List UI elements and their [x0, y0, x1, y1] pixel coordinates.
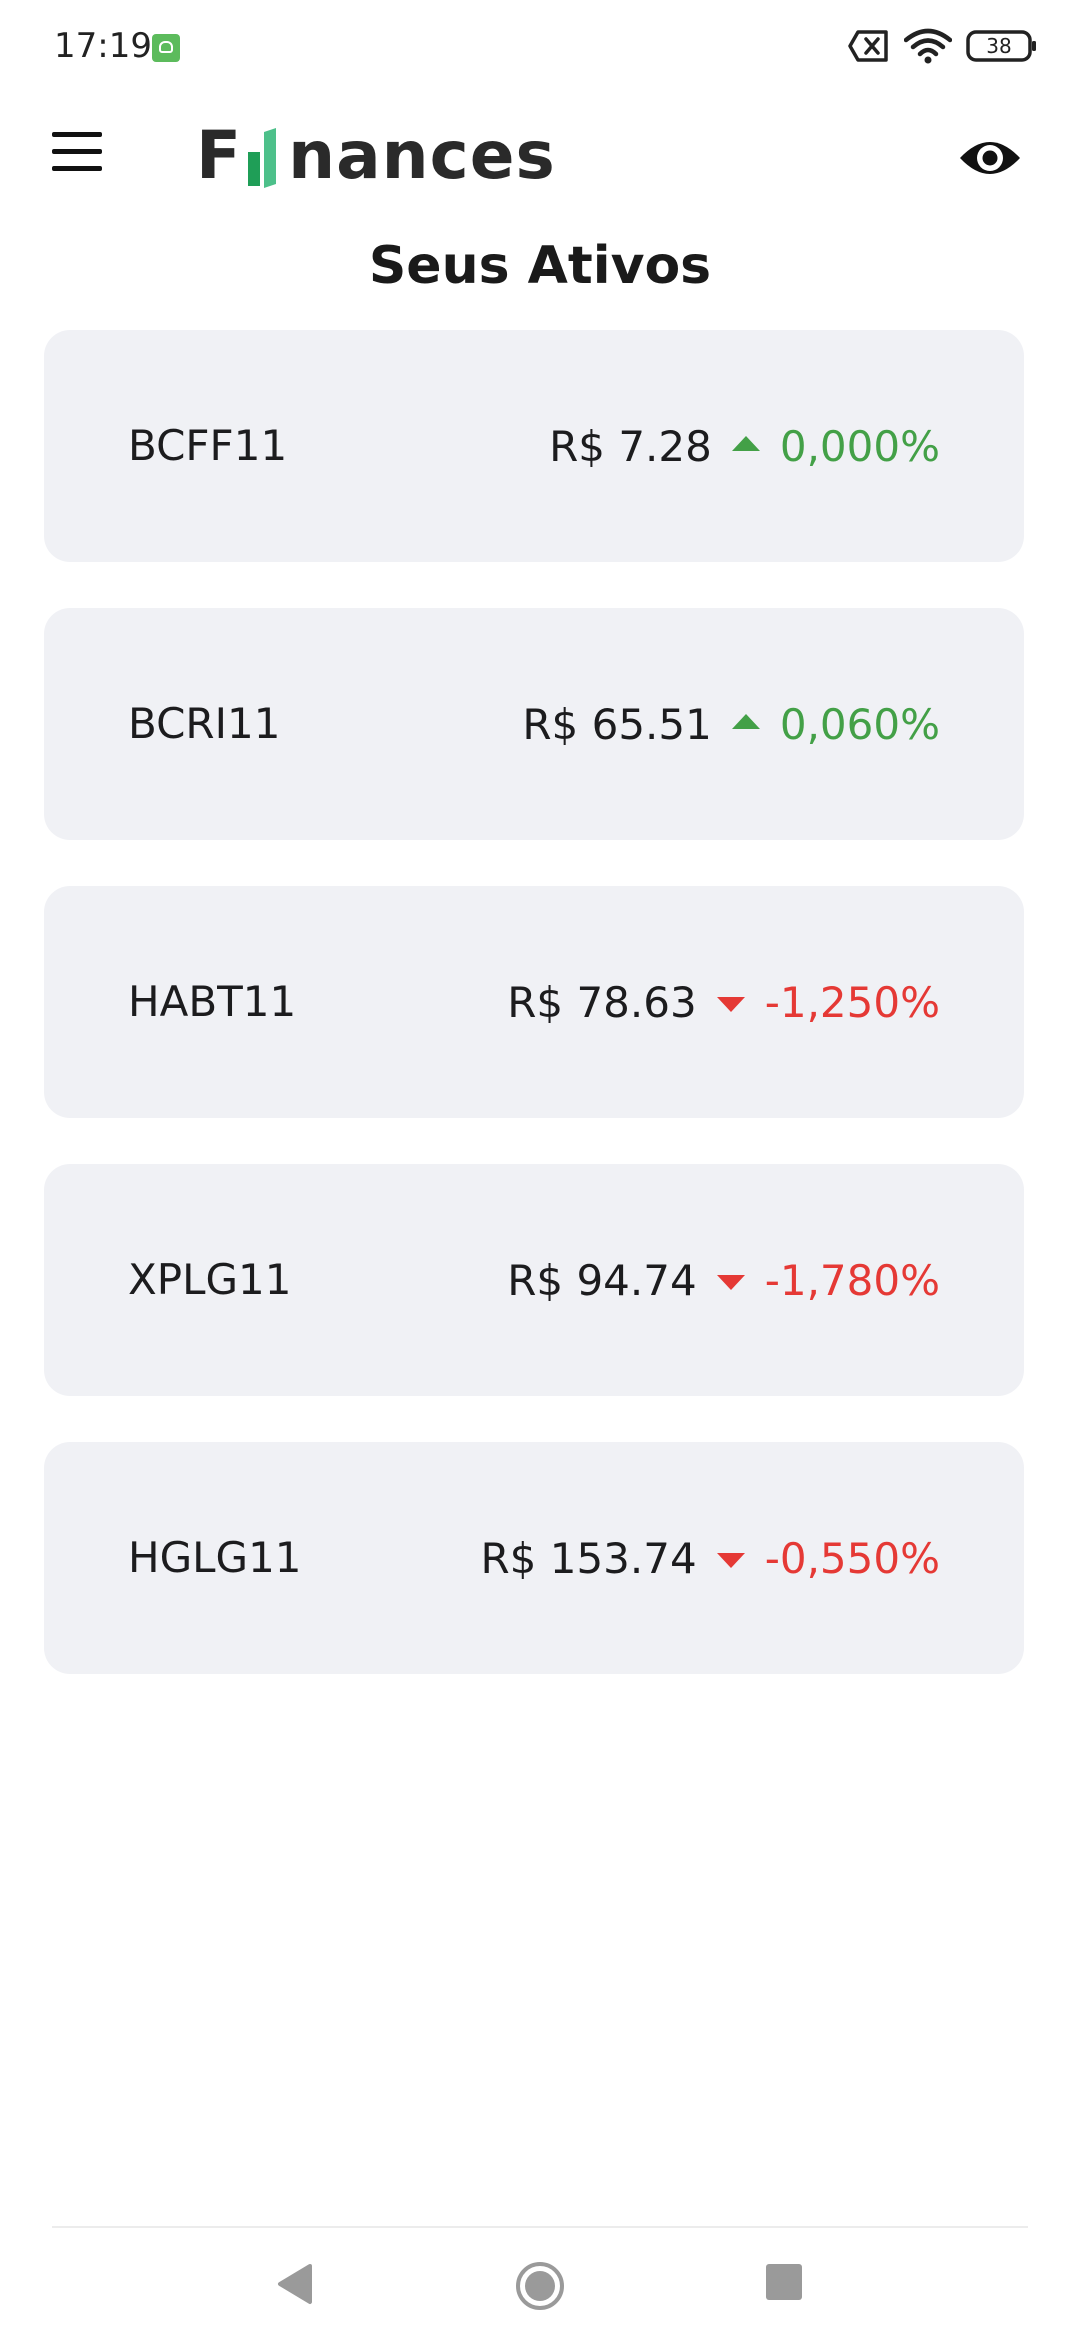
asset-quote: R$ 153.74 -0,550% [480, 1442, 940, 1674]
asset-price: R$ 153.74 [480, 1533, 697, 1583]
wifi-icon [904, 28, 952, 64]
menu-icon[interactable] [50, 130, 106, 174]
asset-change: 0,000% [779, 421, 940, 471]
arrow-down-icon [716, 996, 745, 1012]
asset-card[interactable]: XPLG11 R$ 94.74 -1,780% [44, 1164, 1024, 1396]
home-icon[interactable] [514, 2260, 566, 2316]
asset-change: 0,060% [779, 699, 940, 749]
app-bar: F nances [0, 96, 1080, 216]
arrow-down-icon [716, 1274, 745, 1290]
asset-ticker: HGLG11 [128, 1533, 302, 1582]
eye-icon[interactable] [958, 134, 1022, 182]
status-bar: 17:19 38 [0, 0, 1080, 96]
asset-list: BCFF11 R$ 7.28 0,000% BCRI11 R$ 65.51 0,… [44, 330, 1024, 1720]
logo-prefix: F [196, 117, 243, 194]
page-title: Seus Ativos [368, 236, 712, 296]
battery-icon: 38 [966, 29, 1038, 63]
app-notification-icon [152, 34, 180, 62]
asset-quote: R$ 7.28 0,000% [549, 330, 940, 562]
arrow-up-icon [731, 435, 760, 451]
asset-change: -1,250% [764, 977, 940, 1027]
asset-ticker: HABT11 [128, 977, 297, 1026]
app-logo: F nances [196, 116, 556, 196]
sim-off-icon [848, 29, 890, 63]
logo-suffix: nances [288, 117, 556, 194]
asset-ticker: XPLG11 [128, 1255, 292, 1304]
status-icons: 38 [848, 28, 1038, 64]
system-nav-bar [0, 2228, 1080, 2340]
asset-price: R$ 65.51 [522, 699, 712, 749]
asset-card[interactable]: BCRI11 R$ 65.51 0,060% [44, 608, 1024, 840]
asset-ticker: BCFF11 [128, 421, 288, 470]
asset-quote: R$ 94.74 -1,780% [507, 1164, 940, 1396]
asset-card[interactable]: HGLG11 R$ 153.74 -0,550% [44, 1442, 1024, 1674]
recents-icon[interactable] [766, 2264, 802, 2300]
asset-price: R$ 78.63 [507, 977, 697, 1027]
arrow-down-icon [716, 1552, 745, 1568]
asset-ticker: BCRI11 [128, 699, 281, 748]
asset-change: -0,550% [764, 1533, 940, 1583]
arrow-up-icon [731, 713, 760, 729]
back-icon[interactable] [274, 2262, 314, 2310]
asset-change: -1,780% [764, 1255, 940, 1305]
status-time: 17:19 [54, 26, 152, 66]
asset-quote: R$ 65.51 0,060% [522, 608, 940, 840]
asset-price: R$ 94.74 [507, 1255, 697, 1305]
asset-card[interactable]: BCFF11 R$ 7.28 0,000% [44, 330, 1024, 562]
battery-level: 38 [986, 34, 1012, 58]
asset-price: R$ 7.28 [549, 421, 712, 471]
logo-bars-icon [246, 128, 286, 188]
asset-card[interactable]: HABT11 R$ 78.63 -1,250% [44, 886, 1024, 1118]
asset-quote: R$ 78.63 -1,250% [507, 886, 940, 1118]
